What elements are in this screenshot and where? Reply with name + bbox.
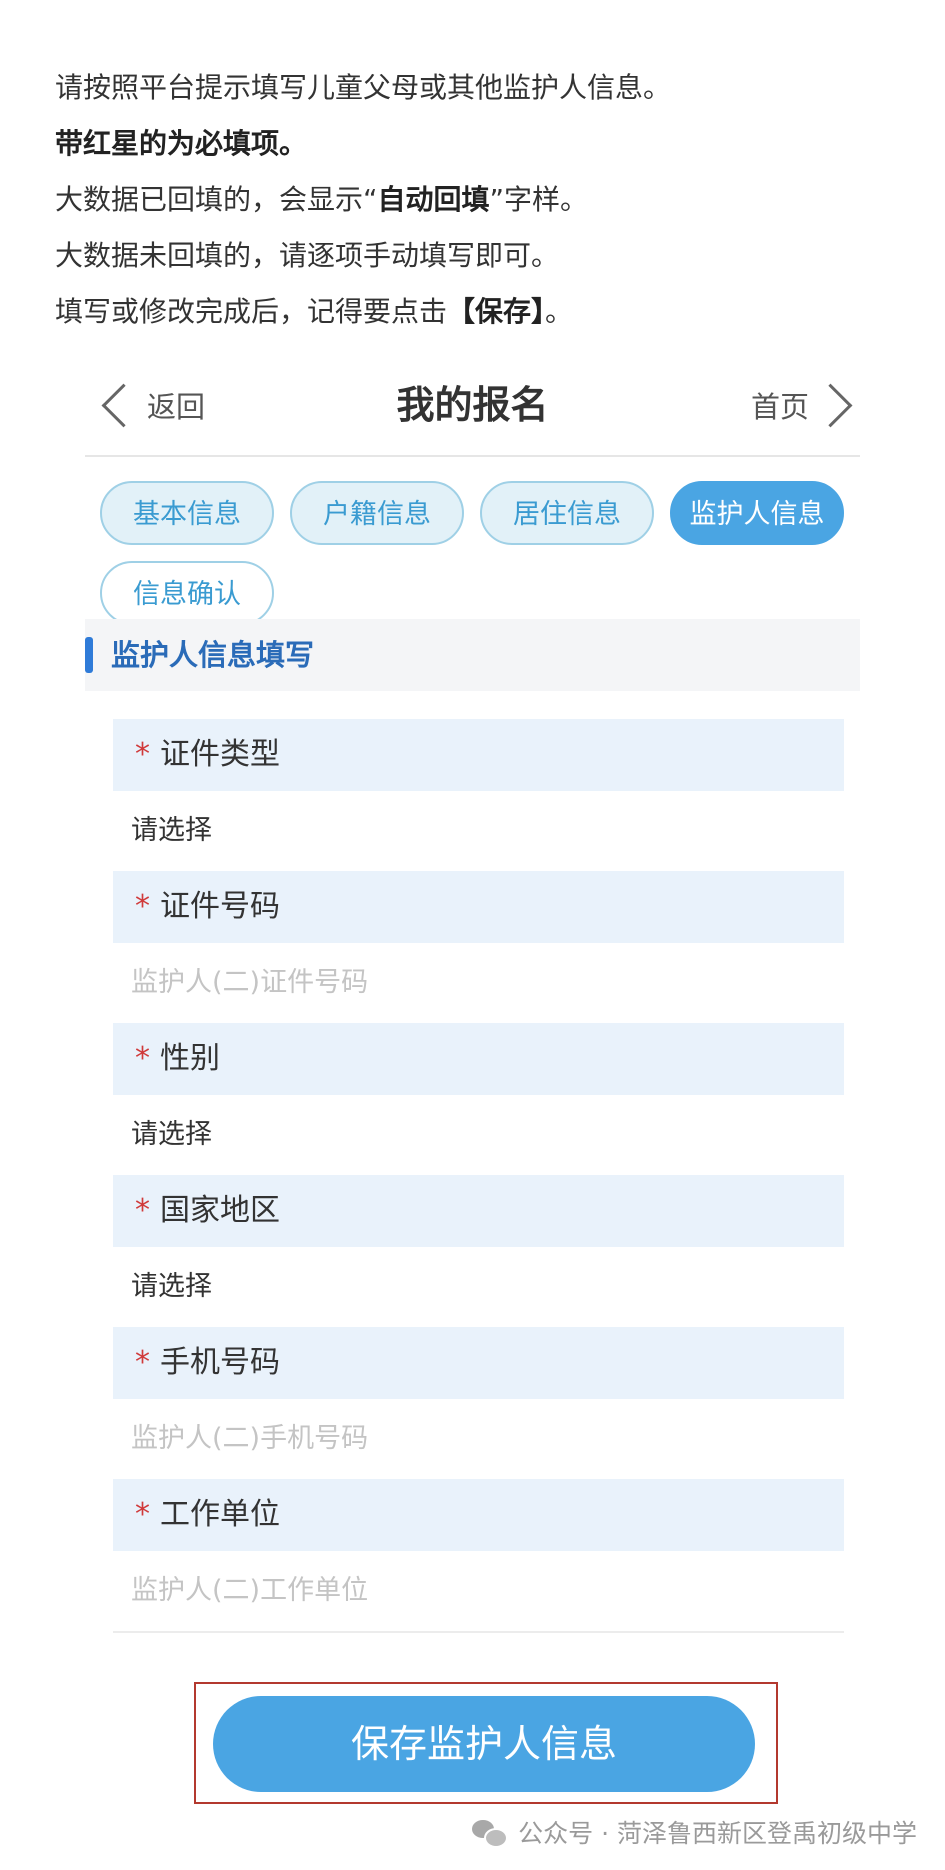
- gender-select[interactable]: 请选择: [113, 1095, 844, 1175]
- tab-residence-info[interactable]: 居住信息: [480, 481, 654, 545]
- id-number-input[interactable]: 监护人(二)证件号码: [113, 943, 844, 1023]
- required-mark: *: [135, 1345, 150, 1380]
- instruction-line-1: 请按照平台提示填写儿童父母或其他监护人信息。: [55, 71, 672, 104]
- instruction-line-5: 填写或修改完成后，记得要点击【保存】。: [55, 284, 915, 340]
- country-select[interactable]: 请选择: [113, 1247, 844, 1327]
- instruction-line-3-pre: 大数据已回填的，会显示“: [55, 183, 378, 216]
- tab-info-confirm[interactable]: 信息确认: [100, 561, 274, 625]
- home-label: 首页: [750, 390, 809, 424]
- field-label-text: 工作单位: [160, 1497, 280, 1532]
- footer-source: 公众号 · 菏泽鲁西新区登禹初级中学: [472, 1812, 917, 1852]
- page-title: 我的报名: [396, 383, 549, 427]
- instruction-line-4: 大数据未回填的，请逐项手动填写即可。: [55, 239, 560, 272]
- field-label-id-type: * 证件类型: [113, 719, 844, 791]
- instruction-line-3-post: ”字样。: [489, 183, 589, 216]
- required-mark: *: [135, 737, 150, 772]
- field-label-text: 证件号码: [160, 889, 280, 924]
- section-header: 监护人信息填写: [85, 619, 860, 691]
- field-label-gender: * 性别: [113, 1023, 844, 1095]
- required-mark: *: [135, 889, 150, 924]
- instruction-save-hint: 【保存】: [447, 295, 546, 328]
- employer-input[interactable]: 监护人(二)工作单位: [113, 1551, 844, 1631]
- phone-input[interactable]: 监护人(二)手机号码: [113, 1399, 844, 1479]
- field-label-id-number: * 证件号码: [113, 871, 844, 943]
- step-tabs: 基本信息 户籍信息 居住信息 监护人信息 信息确认: [85, 457, 860, 625]
- section-accent-bar: [85, 637, 93, 673]
- save-highlight-box: 保存监护人信息: [194, 1682, 778, 1804]
- field-label-text: 证件类型: [160, 737, 280, 772]
- instruction-line-5-post: 。: [545, 295, 574, 328]
- instruction-auto-fill: 自动回填: [377, 183, 490, 216]
- instruction-line-5-pre: 填写或修改完成后，记得要点击: [55, 295, 448, 328]
- instruction-line-3: 大数据已回填的，会显示“自动回填”字样。: [55, 172, 915, 228]
- registration-screen: 返回 我的报名 首页 基本信息 户籍信息 居住信息 监护人信息 信息确认 监护人…: [85, 355, 860, 1633]
- chevron-right-icon: [808, 383, 853, 427]
- field-label-employer: * 工作单位: [113, 1479, 844, 1551]
- home-button[interactable]: 首页: [750, 377, 853, 433]
- id-type-select[interactable]: 请选择: [113, 791, 844, 871]
- tab-guardian-info[interactable]: 监护人信息: [670, 481, 844, 545]
- wechat-icon: [472, 1818, 509, 1848]
- section-title: 监护人信息填写: [111, 638, 315, 672]
- tab-basic-info[interactable]: 基本信息: [100, 481, 274, 545]
- field-label-phone: * 手机号码: [113, 1327, 844, 1399]
- instruction-required-note: 带红星的为必填项。: [55, 127, 308, 160]
- field-label-country: * 国家地区: [113, 1175, 844, 1247]
- instructions: 请按照平台提示填写儿童父母或其他监护人信息。 带红星的为必填项。 大数据已回填的…: [55, 60, 915, 340]
- field-label-text: 性别: [160, 1041, 220, 1076]
- footer-source-text: 公众号 · 菏泽鲁西新区登禹初级中学: [518, 1819, 917, 1848]
- required-mark: *: [135, 1193, 150, 1228]
- field-label-text: 手机号码: [160, 1345, 280, 1380]
- tab-household-info[interactable]: 户籍信息: [290, 481, 464, 545]
- save-guardian-button[interactable]: 保存监护人信息: [213, 1696, 755, 1792]
- instruction-line-2: 带红星的为必填项。: [55, 116, 915, 172]
- field-label-text: 国家地区: [160, 1193, 280, 1228]
- required-mark: *: [135, 1497, 150, 1532]
- top-nav-bar: 返回 我的报名 首页: [85, 355, 860, 457]
- required-mark: *: [135, 1041, 150, 1076]
- guardian-form: * 证件类型 请选择 * 证件号码 监护人(二)证件号码 * 性别 请选择 * 国家地区…: [113, 719, 844, 1633]
